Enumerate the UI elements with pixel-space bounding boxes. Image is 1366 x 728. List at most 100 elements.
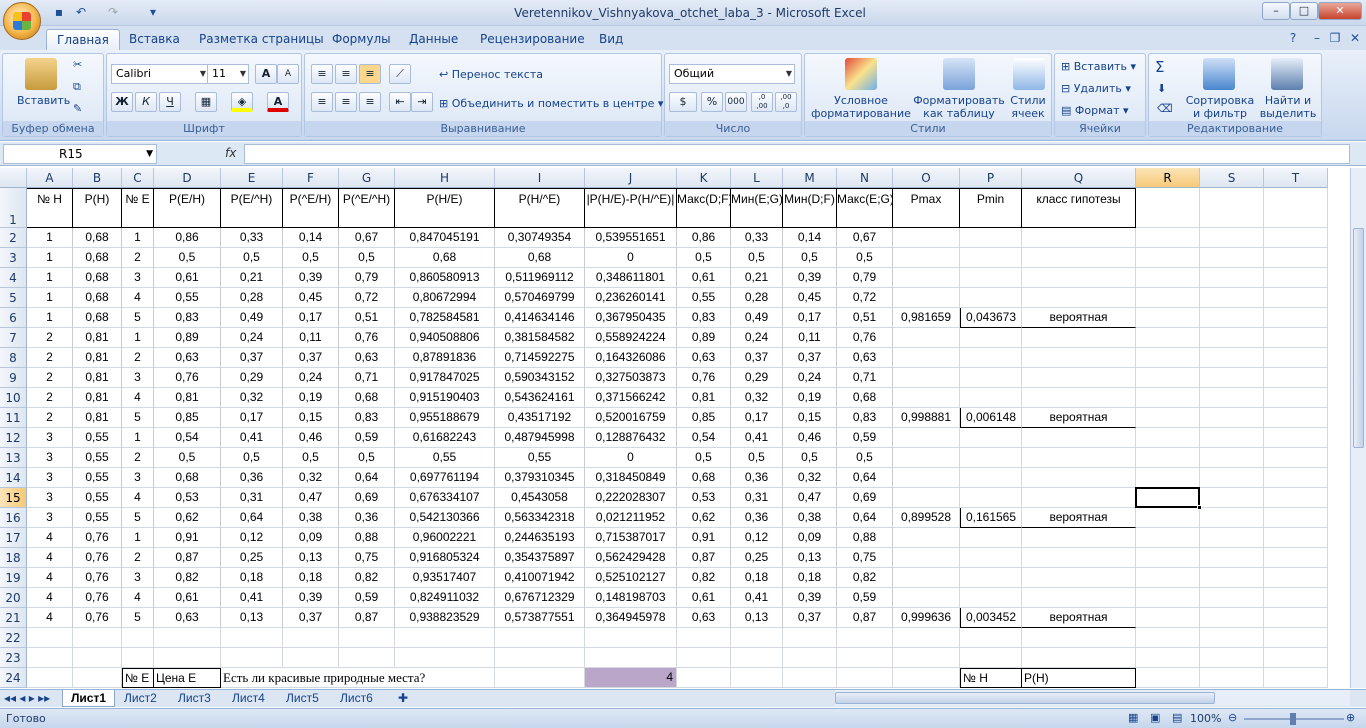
data-cell[interactable]: 0,367950435 <box>585 308 677 328</box>
header-cell[interactable]: |Р(Н/Е)-Р(Н/^Е)| <box>585 188 677 228</box>
close-workbook-icon[interactable]: ✕ <box>1346 30 1364 46</box>
grid-cell[interactable] <box>585 628 677 648</box>
format-as-table-icon[interactable] <box>943 58 975 90</box>
thousands-button[interactable]: 000 <box>725 92 747 112</box>
data-cell[interactable]: 0,68 <box>495 248 585 268</box>
data-cell[interactable]: 0,81 <box>73 388 122 408</box>
header-cell[interactable]: Р(Н) <box>73 188 122 228</box>
data-cell[interactable]: 0,61 <box>677 588 731 608</box>
data-cell[interactable]: 0,37 <box>283 348 339 368</box>
ribbon-minimize-icon[interactable]: – <box>1308 30 1326 46</box>
grid-cell[interactable] <box>1136 348 1200 368</box>
data-cell[interactable]: 1 <box>27 228 73 248</box>
column-header[interactable]: T <box>1264 168 1328 188</box>
grid-cell[interactable] <box>960 268 1022 288</box>
grid-cell[interactable] <box>1022 288 1136 308</box>
data-cell[interactable]: 0,19 <box>783 388 837 408</box>
data-cell[interactable]: 0,13 <box>731 608 783 628</box>
data-cell[interactable]: 0,5 <box>339 448 395 468</box>
grid-cell[interactable] <box>731 648 783 668</box>
data-cell[interactable]: 0,63 <box>154 608 221 628</box>
data-cell[interactable]: 0,09 <box>783 528 837 548</box>
data-cell[interactable]: 0,917847025 <box>395 368 495 388</box>
grid-cell[interactable] <box>1200 648 1264 668</box>
active-cell[interactable] <box>1135 487 1200 508</box>
data-cell[interactable]: 0,64 <box>339 468 395 488</box>
grid-cell[interactable] <box>122 648 154 668</box>
grid-cell[interactable] <box>1200 288 1264 308</box>
grid-cell[interactable] <box>495 648 585 668</box>
data-cell[interactable]: 0,5 <box>837 448 893 468</box>
grid-cell[interactable] <box>1264 388 1328 408</box>
data-cell[interactable]: 0,364945978 <box>585 608 677 628</box>
grid-cell[interactable] <box>1200 348 1264 368</box>
row-header[interactable]: 20 <box>0 588 27 608</box>
data-cell[interactable]: 0,63 <box>677 348 731 368</box>
grid-cell[interactable] <box>893 548 960 568</box>
data-cell[interactable]: 0,63 <box>339 348 395 368</box>
data-cell[interactable]: 0,76 <box>73 568 122 588</box>
grid-cell[interactable] <box>893 488 960 508</box>
grid-cell[interactable] <box>1022 388 1136 408</box>
sheet-tab[interactable]: Лист2 <box>116 690 165 707</box>
column-header[interactable]: H <box>395 168 495 188</box>
data-cell[interactable]: 0,63 <box>837 348 893 368</box>
row-header[interactable]: 3 <box>0 248 27 268</box>
fill-icon[interactable]: ⬇ <box>1157 82 1166 95</box>
pmax-cell[interactable]: 0,998881 <box>893 408 960 428</box>
data-cell[interactable]: 0,24 <box>731 328 783 348</box>
data-cell[interactable]: 0,76 <box>73 528 122 548</box>
sort-filter-button[interactable]: Сортировка и фильтр <box>1185 94 1255 120</box>
grid-cell[interactable] <box>1264 668 1328 688</box>
insert-sheet-icon[interactable]: ✚ <box>390 690 416 707</box>
hypothesis-class-cell[interactable]: вероятная <box>1022 308 1136 328</box>
grid-cell[interactable] <box>1136 468 1200 488</box>
grid-cell[interactable] <box>1200 528 1264 548</box>
name-box[interactable]: R15 ▼ <box>3 144 157 164</box>
data-cell[interactable]: 0,558924224 <box>585 328 677 348</box>
data-cell[interactable]: 0,11 <box>283 328 339 348</box>
grid-cell[interactable] <box>1264 548 1328 568</box>
data-cell[interactable]: 0,021211952 <box>585 508 677 528</box>
data-cell[interactable]: 0,938823529 <box>395 608 495 628</box>
header-cell[interactable]: Мин(E;G) <box>731 188 783 228</box>
data-cell[interactable]: 0,25 <box>731 548 783 568</box>
grid-cell[interactable] <box>1022 468 1136 488</box>
data-cell[interactable]: 0,54 <box>154 428 221 448</box>
row-header[interactable]: 10 <box>0 388 27 408</box>
close-button[interactable]: ✕ <box>1318 2 1362 20</box>
grid-cell[interactable] <box>960 488 1022 508</box>
row-header[interactable]: 17 <box>0 528 27 548</box>
data-cell[interactable]: 0,30749354 <box>495 228 585 248</box>
data-cell[interactable]: 0,46 <box>283 428 339 448</box>
data-cell[interactable]: 0,410071942 <box>495 568 585 588</box>
data-cell[interactable]: 0,24 <box>783 368 837 388</box>
column-header[interactable]: F <box>283 168 339 188</box>
align-left-icon[interactable]: ≡ <box>311 92 333 112</box>
data-cell[interactable]: 0,81 <box>154 388 221 408</box>
data-cell[interactable]: 0,17 <box>221 408 283 428</box>
data-cell[interactable]: 0,916805324 <box>395 548 495 568</box>
data-cell[interactable]: 0,37 <box>783 348 837 368</box>
grid-cell[interactable] <box>893 348 960 368</box>
grid-cell[interactable] <box>339 648 395 668</box>
data-cell[interactable]: 0,83 <box>837 408 893 428</box>
data-cell[interactable]: 1 <box>122 228 154 248</box>
data-cell[interactable]: 2 <box>122 348 154 368</box>
data-cell[interactable]: 0,860580913 <box>395 268 495 288</box>
data-cell[interactable]: 1 <box>27 308 73 328</box>
data-cell[interactable]: 0,38 <box>783 508 837 528</box>
data-cell[interactable]: 5 <box>122 608 154 628</box>
data-cell[interactable]: 0,82 <box>837 568 893 588</box>
orientation-icon[interactable]: ⟋ <box>389 64 411 84</box>
grid-cell[interactable] <box>1136 508 1200 528</box>
data-cell[interactable]: 0,715387017 <box>585 528 677 548</box>
data-cell[interactable]: 0,68 <box>73 248 122 268</box>
data-cell[interactable]: 0,55 <box>395 448 495 468</box>
data-cell[interactable]: 0,25 <box>221 548 283 568</box>
bold-button[interactable]: Ж <box>111 92 133 112</box>
data-cell[interactable]: 0,542130366 <box>395 508 495 528</box>
row24-p[interactable]: № Н <box>960 668 1022 688</box>
data-cell[interactable]: 0,21 <box>731 268 783 288</box>
grid-cell[interactable] <box>960 428 1022 448</box>
